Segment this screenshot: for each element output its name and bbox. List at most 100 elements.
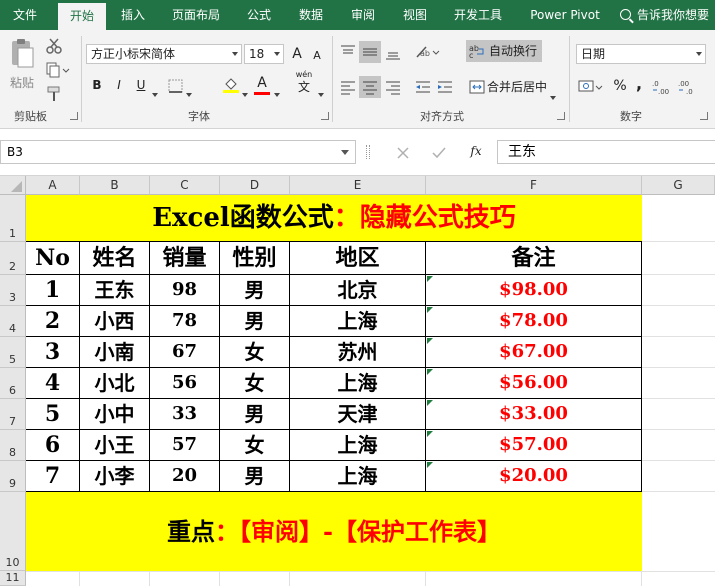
table-cell[interactable]: 小李: [80, 461, 150, 492]
table-cell[interactable]: 女: [220, 430, 290, 461]
error-indicator-icon[interactable]: [427, 307, 433, 313]
shrink-font-button[interactable]: A: [310, 46, 324, 66]
row-header[interactable]: 5: [0, 337, 26, 368]
error-indicator-icon[interactable]: [427, 431, 433, 437]
table-cell[interactable]: 33: [150, 399, 220, 430]
table-cell[interactable]: $57.00: [426, 430, 642, 461]
wrap-text-button[interactable]: ab c 自动换行: [466, 40, 542, 62]
table-cell[interactable]: 98: [150, 275, 220, 306]
align-center-icon[interactable]: [359, 76, 381, 98]
table-cell[interactable]: $78.00: [426, 306, 642, 337]
table-cell[interactable]: $67.00: [426, 337, 642, 368]
header-cell[interactable]: No: [26, 242, 80, 275]
chevron-down-icon[interactable]: [186, 82, 192, 101]
format-painter-icon[interactable]: [46, 86, 62, 106]
font-color-button[interactable]: A: [254, 73, 270, 93]
table-cell[interactable]: 67: [150, 337, 220, 368]
tab-home[interactable]: 开始: [58, 3, 106, 30]
name-box[interactable]: B3: [0, 140, 356, 164]
decrease-indent-icon[interactable]: [414, 78, 432, 100]
table-cell[interactable]: 57: [150, 430, 220, 461]
increase-indent-icon[interactable]: [436, 78, 454, 100]
table-cell[interactable]: 上海: [290, 430, 426, 461]
chevron-down-icon[interactable]: [274, 82, 280, 101]
header-cell[interactable]: 备注: [426, 242, 642, 275]
table-cell[interactable]: 王东: [80, 275, 150, 306]
table-cell[interactable]: 苏州: [290, 337, 426, 368]
table-cell[interactable]: 女: [220, 368, 290, 399]
table-cell[interactable]: 小南: [80, 337, 150, 368]
column-header[interactable]: F: [426, 176, 642, 195]
table-cell[interactable]: 男: [220, 306, 290, 337]
column-header[interactable]: D: [220, 176, 290, 195]
column-header[interactable]: G: [642, 176, 715, 195]
orientation-icon[interactable]: ab: [414, 43, 440, 65]
alignment-launcher-icon[interactable]: [557, 112, 565, 120]
comma-button[interactable]: ,: [632, 74, 646, 94]
column-header[interactable]: A: [26, 176, 80, 195]
grow-font-button[interactable]: A: [290, 44, 304, 64]
table-cell[interactable]: 7: [26, 461, 80, 492]
header-cell[interactable]: 销量: [150, 242, 220, 275]
tab-page-layout[interactable]: 页面布局: [164, 0, 228, 30]
cut-icon[interactable]: [46, 38, 62, 58]
clipboard-launcher-icon[interactable]: [70, 112, 78, 120]
tell-me-box[interactable]: 告诉我你想要: [620, 0, 709, 30]
bold-button[interactable]: B: [88, 75, 106, 95]
font-name-combo[interactable]: 方正小标宋简体: [86, 44, 242, 64]
insert-function-button[interactable]: fx: [466, 141, 486, 161]
formula-input[interactable]: 王东: [497, 140, 715, 164]
align-right-icon[interactable]: [384, 78, 402, 100]
row-header[interactable]: 2: [0, 242, 26, 275]
currency-icon[interactable]: [578, 78, 604, 100]
table-cell[interactable]: 男: [220, 399, 290, 430]
tab-file[interactable]: 文件: [0, 0, 50, 30]
error-indicator-icon[interactable]: [427, 462, 433, 468]
table-cell[interactable]: 上海: [290, 306, 426, 337]
border-icon[interactable]: [168, 78, 184, 97]
chevron-down-icon[interactable]: [318, 82, 324, 101]
tab-data[interactable]: 数据: [290, 0, 332, 30]
select-all-corner[interactable]: [0, 176, 26, 195]
table-cell[interactable]: $33.00: [426, 399, 642, 430]
table-cell[interactable]: 78: [150, 306, 220, 337]
error-indicator-icon[interactable]: [427, 276, 433, 282]
row-header[interactable]: 9: [0, 461, 26, 492]
font-size-combo[interactable]: 18: [244, 44, 284, 64]
column-header[interactable]: E: [290, 176, 426, 195]
italic-button[interactable]: I: [110, 75, 128, 95]
row-header[interactable]: 7: [0, 399, 26, 430]
table-cell[interactable]: 男: [220, 461, 290, 492]
table-cell[interactable]: 2: [26, 306, 80, 337]
table-cell[interactable]: 小西: [80, 306, 150, 337]
error-indicator-icon[interactable]: [427, 369, 433, 375]
table-cell[interactable]: $98.00: [426, 275, 642, 306]
header-cell[interactable]: 性别: [220, 242, 290, 275]
table-cell[interactable]: 小王: [80, 430, 150, 461]
tab-review[interactable]: 审阅: [342, 0, 384, 30]
table-cell[interactable]: 5: [26, 399, 80, 430]
tab-insert[interactable]: 插入: [112, 0, 154, 30]
row-header[interactable]: 1: [0, 195, 26, 242]
row-header[interactable]: 10: [0, 492, 26, 571]
error-indicator-icon[interactable]: [427, 400, 433, 406]
table-cell[interactable]: 上海: [290, 461, 426, 492]
row-header[interactable]: 3: [0, 275, 26, 306]
table-cell[interactable]: 北京: [290, 275, 426, 306]
tab-power-pivot[interactable]: Power Pivot: [520, 0, 610, 30]
font-launcher-icon[interactable]: [321, 112, 329, 120]
sheet-title[interactable]: Excel函数公式：隐藏公式技巧: [26, 195, 642, 242]
fill-color-icon[interactable]: [222, 76, 240, 98]
merge-center-button[interactable]: 合并后居中: [466, 76, 562, 100]
table-cell[interactable]: 4: [26, 368, 80, 399]
table-cell[interactable]: 20: [150, 461, 220, 492]
align-bottom-icon[interactable]: [384, 43, 402, 65]
table-cell[interactable]: 小中: [80, 399, 150, 430]
copy-icon[interactable]: [46, 62, 72, 82]
tab-formulas[interactable]: 公式: [238, 0, 280, 30]
chevron-down-icon[interactable]: [152, 82, 158, 101]
chevron-down-icon[interactable]: [242, 82, 248, 101]
underline-button[interactable]: U: [132, 75, 150, 95]
table-cell[interactable]: 1: [26, 275, 80, 306]
column-header[interactable]: C: [150, 176, 220, 195]
